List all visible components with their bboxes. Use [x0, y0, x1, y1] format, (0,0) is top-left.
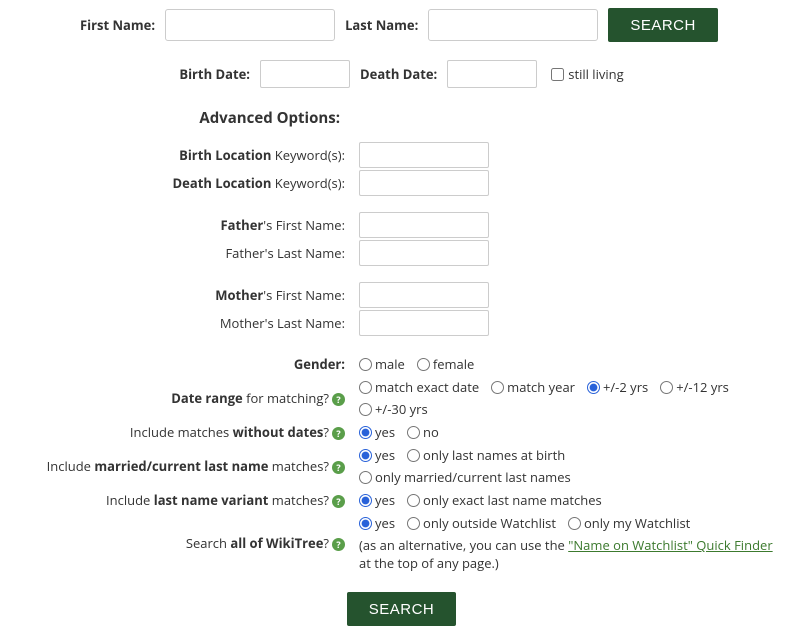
scope-label: Search all of WikiTree?? [20, 531, 345, 555]
without-dates-label: Include matches without dates?? [20, 420, 345, 444]
father-first-input[interactable] [359, 212, 489, 238]
name-search-row: First Name: Last Name: SEARCH [20, 8, 783, 42]
gender-female-radio[interactable] [417, 358, 430, 371]
first-name-label: First Name: [80, 16, 155, 34]
gender-male-radio[interactable] [359, 358, 372, 371]
death-location-label: Death Location Keyword(s): [20, 171, 345, 195]
scope-outside[interactable]: only outside Watchlist [407, 514, 556, 532]
advanced-options-form: Birth Location Keyword(s): Death Locatio… [20, 142, 783, 626]
married-label: Include married/current last name matche… [20, 454, 345, 478]
still-living-label: still living [568, 65, 623, 83]
without-dates-yes[interactable]: yes [359, 423, 395, 441]
variant-exact[interactable]: only exact last name matches [407, 491, 602, 509]
search-button-bottom[interactable]: SEARCH [347, 592, 457, 626]
married-options: yes only last names at birth only marrie… [359, 446, 783, 486]
search-button-top[interactable]: SEARCH [608, 8, 718, 42]
married-current[interactable]: only married/current last names [359, 468, 571, 486]
date-range-30yrs[interactable]: +/-30 yrs [359, 400, 428, 418]
dates-row: Birth Date: Death Date: still living [20, 60, 783, 88]
birth-location-input[interactable] [359, 142, 489, 168]
first-name-input[interactable] [165, 9, 335, 41]
death-date-input[interactable] [447, 60, 537, 88]
mother-last-label: Mother's Last Name: [20, 311, 345, 335]
birth-date-label: Birth Date: [179, 65, 250, 83]
advanced-options-heading: Advanced Options: [20, 108, 340, 128]
married-yes[interactable]: yes [359, 446, 395, 464]
married-birth[interactable]: only last names at birth [407, 446, 565, 464]
date-range-options: match exact date match year +/-2 yrs +/-… [359, 378, 783, 418]
still-living-wrap: still living [551, 65, 623, 83]
gender-label: Gender: [20, 352, 345, 376]
scope-only[interactable]: only my Watchlist [568, 514, 690, 532]
death-location-input[interactable] [359, 170, 489, 196]
date-range-label: Date range for matching?? [20, 386, 345, 410]
death-date-label: Death Date: [360, 65, 437, 83]
gender-male-option[interactable]: male [359, 355, 405, 373]
help-icon[interactable]: ? [332, 495, 345, 508]
help-icon[interactable]: ? [332, 538, 345, 551]
variant-yes[interactable]: yes [359, 491, 395, 509]
date-range-year[interactable]: match year [491, 378, 575, 396]
scope-yes[interactable]: yes [359, 514, 395, 532]
variant-label: Include last name variant matches?? [20, 488, 345, 512]
date-range-12yrs[interactable]: +/-12 yrs [660, 378, 729, 396]
variant-options: yes only exact last name matches [359, 491, 783, 509]
scope-options: yes only outside Watchlist only my Watch… [359, 514, 783, 572]
mother-last-input[interactable] [359, 310, 489, 336]
gender-female-option[interactable]: female [417, 355, 475, 373]
birth-location-label: Birth Location Keyword(s): [20, 143, 345, 167]
without-dates-options: yes no [359, 423, 783, 441]
father-last-input[interactable] [359, 240, 489, 266]
help-icon[interactable]: ? [332, 461, 345, 474]
bottom-button-row: SEARCH [20, 592, 783, 626]
date-range-exact[interactable]: match exact date [359, 378, 479, 396]
still-living-checkbox[interactable] [551, 68, 564, 81]
scope-note: (as an alternative, you can use the "Nam… [359, 536, 783, 572]
help-icon[interactable]: ? [332, 427, 345, 440]
father-last-label: Father's Last Name: [20, 241, 345, 265]
help-icon[interactable]: ? [332, 393, 345, 406]
name-search-inner: First Name: Last Name: SEARCH [80, 8, 718, 42]
mother-first-label: Mother's First Name: [20, 283, 345, 307]
watchlist-quick-finder-link[interactable]: "Name on Watchlist" Quick Finder [568, 536, 772, 554]
last-name-label: Last Name: [345, 16, 418, 34]
last-name-input[interactable] [428, 9, 598, 41]
birth-date-input[interactable] [260, 60, 350, 88]
date-range-2yrs[interactable]: +/-2 yrs [587, 378, 648, 396]
gender-options: male female [359, 355, 783, 373]
mother-first-input[interactable] [359, 282, 489, 308]
father-first-label: Father's First Name: [20, 213, 345, 237]
without-dates-no[interactable]: no [407, 423, 439, 441]
